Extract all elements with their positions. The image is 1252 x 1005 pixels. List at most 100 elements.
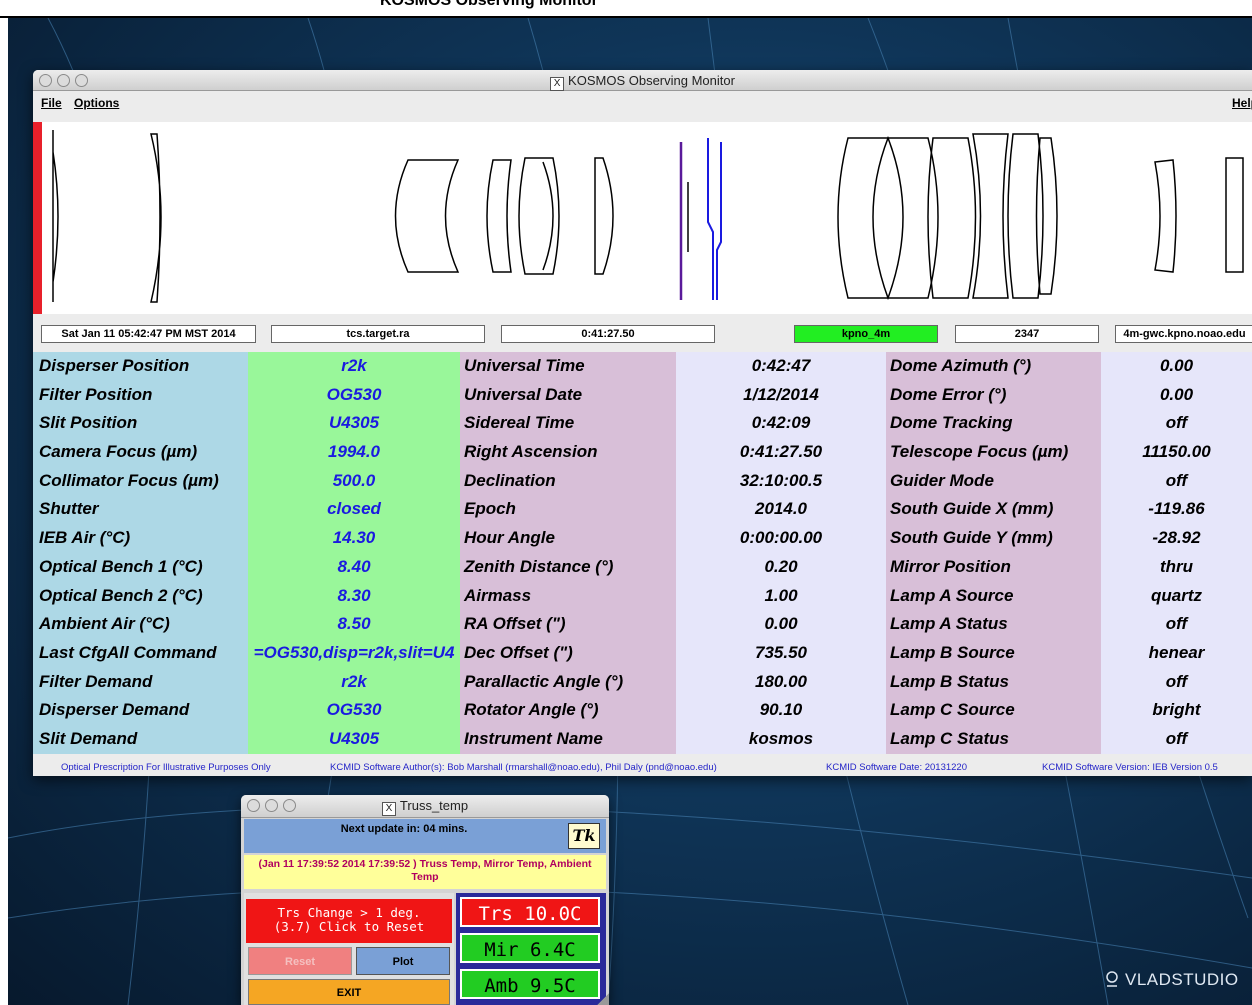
table-row: Last CfgAll Command =OG530,disp=r2k,slit=… [33, 638, 1252, 668]
cell-label-a: Optical Bench 2 (°C) [33, 581, 248, 611]
cell-label-a: Collimator Focus (µm) [33, 466, 248, 496]
cell-value-a: closed [248, 495, 460, 525]
lens-7 [594, 157, 614, 275]
watermark: VLADSTUDIO [1105, 970, 1239, 990]
cell-value-a: 8.50 [248, 610, 460, 639]
menu-file[interactable]: File [41, 96, 62, 110]
cell-label-c: Dome Error (°) [886, 380, 1101, 410]
cell-value-c: off [1101, 409, 1252, 439]
footer-optical: Optical Prescription For Illustrative Pu… [61, 762, 271, 773]
lens-2 [150, 133, 162, 303]
table-row: Filter Demand r2k Parallactic Angle (°) 180… [33, 667, 1252, 697]
cell-value-b: 0:42:09 [676, 409, 886, 439]
cell-value-a: r2k [248, 352, 460, 381]
warning-line-1: Trs Change > 1 deg. [277, 905, 421, 920]
cell-label-a: Shutter [33, 495, 248, 525]
table-row: Disperser Demand OG530 Rotator Angle (°) 90… [33, 696, 1252, 725]
cell-label-c: Lamp A Status [886, 610, 1101, 639]
cell-label-a: Filter Position [33, 380, 248, 410]
cell-value-c: off [1101, 667, 1252, 697]
top-caption: KOSMOS Observing Monitor [380, 0, 598, 9]
plot-button[interactable]: Plot [356, 947, 450, 975]
cell-label-b: Sidereal Time [460, 409, 676, 439]
grating-3 [716, 142, 722, 300]
ra-field: 0:41:27.50 [501, 325, 715, 343]
lens-1 [52, 130, 59, 302]
truss-titlebar[interactable]: X Truss_temp [241, 795, 609, 818]
cell-value-a: 8.40 [248, 552, 460, 582]
pin-icon [1106, 971, 1118, 987]
x11-icon: X [381, 802, 396, 816]
cell-value-b: 2014.0 [676, 495, 886, 525]
cell-value-c: thru [1101, 552, 1252, 582]
truss-title: X Truss_temp [241, 798, 609, 816]
lens-10 [872, 135, 904, 301]
lens-diagram [52, 130, 1244, 303]
cell-label-b: Airmass [460, 581, 676, 611]
reset-warning-button[interactable]: Trs Change > 1 deg. (3.7) Click to Reset [246, 899, 452, 943]
window-titlebar[interactable]: X KOSMOS Observing Monitor [33, 70, 1252, 91]
cell-value-c: 0.00 [1101, 380, 1252, 410]
footer-date: KCMID Software Date: 20131220 [826, 762, 967, 773]
menu-help[interactable]: Help [1232, 96, 1252, 110]
cell-value-c: 0.00 [1101, 352, 1252, 381]
lens-9 [837, 137, 939, 299]
table-row: Shutter closed Epoch 2014.0 South Guide X (m… [33, 495, 1252, 525]
lens-6 [542, 161, 554, 271]
table-row: Optical Bench 1 (°C) 8.40 Zenith Distance … [33, 552, 1252, 582]
cell-label-c: Lamp C Source [886, 696, 1101, 725]
cell-label-b: Declination [460, 466, 676, 496]
screen-left-edge [0, 18, 8, 1005]
truss-message: (Jan 11 17:39:52 2014 17:39:52 ) Truss T… [244, 855, 606, 889]
table-row: Ambient Air (°C) 8.50 RA Offset (") 0.00 Lam… [33, 610, 1252, 639]
host-field: 4m-gwc.kpno.noao.edu [1115, 325, 1252, 343]
resize-handle[interactable] [597, 993, 609, 1005]
cell-value-a: =OG530,disp=r2k,slit=U4 [248, 638, 460, 668]
cell-value-c: off [1101, 724, 1252, 754]
cell-value-c: -28.92 [1101, 524, 1252, 553]
cell-label-c: Dome Azimuth (°) [886, 352, 1101, 381]
cell-label-a: Optical Bench 1 (°C) [33, 552, 248, 582]
cell-value-a: 14.30 [248, 524, 460, 553]
cell-value-c: henear [1101, 638, 1252, 668]
top-caption-strip: KOSMOS Observing Monitor [0, 0, 1252, 18]
cell-label-c: Lamp B Source [886, 638, 1101, 668]
cell-value-a: U4305 [248, 724, 460, 754]
cell-label-a: Disperser Demand [33, 696, 248, 725]
table-row: Slit Position U4305 Sidereal Time 0:42:09 Do… [33, 409, 1252, 439]
truss-title-text: Truss_temp [399, 798, 469, 813]
cell-value-c: bright [1101, 696, 1252, 725]
cell-value-b: 0:42:47 [676, 352, 886, 381]
table-row: Disperser Position r2k Universal Time 0:42:… [33, 352, 1252, 381]
grating-2 [707, 138, 714, 300]
lens-12 [972, 133, 1009, 299]
lens-4 [486, 159, 512, 273]
count-field: 2347 [955, 325, 1099, 343]
cell-value-b: 0.20 [676, 552, 886, 582]
table-row: IEB Air (°C) 14.30 Hour Angle 0:00:00.00 Sou… [33, 524, 1252, 553]
status-row: Sat Jan 11 05:42:47 PM MST 2014 tcs.targ… [33, 318, 1252, 346]
cell-label-b: Instrument Name [460, 724, 676, 754]
cell-label-c: Guider Mode [886, 466, 1101, 496]
lens-11 [927, 137, 977, 299]
lens-15 [1154, 159, 1177, 273]
cell-value-b: 0:41:27.50 [676, 438, 886, 467]
cell-label-a: Slit Demand [33, 724, 248, 754]
cell-value-b: 1/12/2014 [676, 380, 886, 410]
cell-label-b: Right Ascension [460, 438, 676, 467]
next-update-text: Next update in: 04 mins. [340, 823, 468, 835]
cell-label-b: Rotator Angle (°) [460, 696, 676, 725]
cell-value-a: 1994.0 [248, 438, 460, 467]
reset-button[interactable]: Reset [248, 947, 352, 975]
mirror-temp-readout: Mir 6.4C [460, 933, 600, 963]
cell-label-b: Universal Time [460, 352, 676, 381]
cell-value-b: 1.00 [676, 581, 886, 611]
cell-value-b: 0.00 [676, 610, 886, 639]
table-row: Slit Demand U4305 Instrument Name kosmos Lam… [33, 724, 1252, 754]
cell-label-c: Lamp B Status [886, 667, 1101, 697]
cell-value-a: 500.0 [248, 466, 460, 496]
target-field: tcs.target.ra [271, 325, 485, 343]
menu-options[interactable]: Options [74, 96, 119, 110]
exit-button[interactable]: EXIT [248, 979, 450, 1005]
cell-value-c: quartz [1101, 581, 1252, 611]
